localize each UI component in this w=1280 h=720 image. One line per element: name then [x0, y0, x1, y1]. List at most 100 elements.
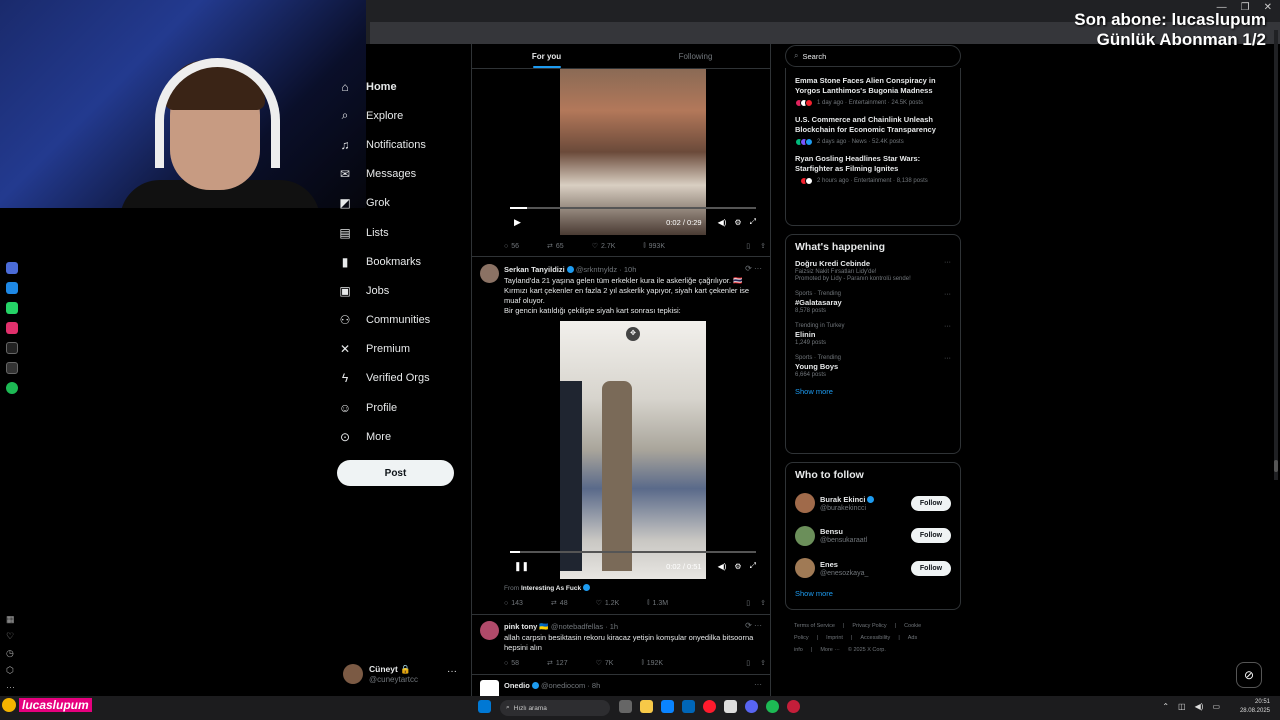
- views-button[interactable]: ⫾ 1.3M: [647, 599, 668, 607]
- views-button[interactable]: ⫾ 192K: [641, 659, 663, 667]
- video-player[interactable]: ▶ 0:02 / 0:29 ◀) ⚙ ⤢: [504, 69, 762, 235]
- avatar[interactable]: [795, 558, 815, 579]
- more-icon[interactable]: ···: [6, 682, 15, 692]
- spotify-icon[interactable]: [6, 382, 18, 394]
- bookmark-icon[interactable]: ▯: [746, 242, 750, 250]
- trend-item[interactable]: Sports · Trending #Galatasaray 8,578 posts…: [795, 291, 951, 314]
- history-icon[interactable]: ◷: [6, 648, 15, 659]
- volume-icon[interactable]: ◀): [718, 218, 727, 227]
- sidebar-item-messages[interactable]: ✉ Messages: [338, 160, 468, 189]
- share-icon[interactable]: ⇪: [760, 242, 766, 250]
- suggested-user-name[interactable]: Enes: [820, 560, 868, 569]
- chevron-up-icon[interactable]: ⌃: [1162, 702, 1169, 711]
- sidebar-item-bookmarks[interactable]: ▮ Bookmarks: [338, 247, 468, 276]
- views-button[interactable]: ⫾ 993K: [643, 242, 665, 250]
- avatar[interactable]: [480, 680, 499, 696]
- tab-following[interactable]: Following: [621, 44, 770, 68]
- sidebar-item-premium[interactable]: ✕ Premium: [338, 335, 468, 364]
- play-icon[interactable]: ▶: [514, 217, 521, 228]
- sidebar-item-jobs[interactable]: ▣ Jobs: [338, 276, 468, 305]
- footer-link[interactable]: More ···: [820, 647, 840, 653]
- more-icon[interactable]: ···: [447, 666, 457, 677]
- settings-icon[interactable]: ⚙: [734, 218, 741, 227]
- scrollbar-thumb[interactable]: [1274, 460, 1278, 472]
- instagram-icon[interactable]: [6, 322, 18, 334]
- tab-for-you[interactable]: For you: [472, 44, 621, 68]
- footer-link[interactable]: Terms of Service: [794, 623, 835, 629]
- x-icon[interactable]: [6, 362, 18, 374]
- suggested-user-name[interactable]: Burak Ekinci: [820, 495, 875, 504]
- author-handle[interactable]: @onediocom · 8h: [541, 681, 600, 690]
- news-item[interactable]: Ryan Gosling Headlines Star Wars: Starfi…: [795, 154, 951, 185]
- more-icon[interactable]: ···: [754, 680, 762, 689]
- spotify-icon[interactable]: [766, 700, 779, 713]
- sidebar-item-profile[interactable]: ☺ Profile: [338, 393, 468, 422]
- sidebar-item-grok[interactable]: ◩ Grok: [338, 189, 468, 218]
- news-item[interactable]: Emma Stone Faces Alien Conspiracy in Yor…: [795, 76, 951, 107]
- more-icon[interactable]: ···: [944, 291, 951, 298]
- avatar[interactable]: [795, 493, 815, 514]
- messenger-icon[interactable]: [6, 282, 18, 294]
- follow-button[interactable]: Follow: [911, 495, 951, 511]
- search-input[interactable]: ⌕ Search: [785, 45, 961, 67]
- speaker-icon[interactable]: ◀): [1195, 702, 1204, 711]
- pause-icon[interactable]: ❚❚: [514, 561, 529, 572]
- follow-suggestion[interactable]: Bensu @bensukaraatl Follow: [795, 520, 951, 553]
- reply-button[interactable]: ○ 143: [504, 599, 523, 607]
- file-explorer-icon[interactable]: [640, 700, 653, 713]
- sidebar-item-lists[interactable]: ▤ Lists: [338, 218, 468, 247]
- repost-button[interactable]: ⇄ 127: [547, 659, 568, 668]
- heart-icon[interactable]: ♡: [6, 631, 15, 642]
- more-icon[interactable]: ···: [944, 355, 951, 362]
- notepad-icon[interactable]: [724, 700, 737, 713]
- more-icon[interactable]: ···: [944, 323, 951, 330]
- fullscreen-icon[interactable]: ⤢: [750, 561, 756, 571]
- source-account[interactable]: Interesting As Fuck: [521, 585, 581, 592]
- follow-suggestion[interactable]: Burak Ekinci @burakekincci Follow: [795, 487, 951, 520]
- sidebar-item-verified-orgs[interactable]: ϟ Verified Orgs: [338, 364, 468, 393]
- reply-button[interactable]: ○ 58: [504, 659, 519, 667]
- volume-icon[interactable]: ◀): [718, 562, 727, 571]
- tiktok-icon[interactable]: [6, 342, 18, 354]
- author-name[interactable]: Onedio: [504, 681, 530, 690]
- network-icon[interactable]: ◫: [1178, 702, 1186, 711]
- reply-button[interactable]: ○ 56: [504, 242, 519, 250]
- follow-button[interactable]: Follow: [911, 528, 951, 544]
- cube-icon[interactable]: ⬡: [6, 665, 15, 676]
- battery-icon[interactable]: ▭: [1212, 702, 1220, 711]
- like-button[interactable]: ♡ 2.7K: [592, 242, 616, 251]
- sidebar-item-communities[interactable]: ⚇ Communities: [338, 306, 468, 335]
- author-name[interactable]: pink tony 🇺🇦: [504, 622, 549, 631]
- sidebar-item-home[interactable]: ⌂ Home: [338, 72, 468, 101]
- bookmark-icon[interactable]: ▯: [746, 599, 750, 607]
- footer-link[interactable]: Privacy Policy: [852, 623, 886, 629]
- footer-link[interactable]: Accessibility: [860, 635, 890, 641]
- grok-icon[interactable]: ⊘: [1236, 662, 1262, 688]
- footer-link[interactable]: Imprint: [826, 635, 843, 641]
- trend-item[interactable]: Doğru Kredi Cebinde Faizsiz Nakit Fırsatl…: [795, 259, 951, 282]
- fullscreen-icon[interactable]: ⤢: [750, 217, 756, 227]
- footer-link[interactable]: © 2025 X Corp.: [848, 647, 886, 653]
- windows-start-icon[interactable]: [478, 700, 491, 713]
- more-icon[interactable]: ⟳ ···: [745, 621, 762, 630]
- news-item[interactable]: U.S. Commerce and Chainlink Unleash Bloc…: [795, 115, 951, 146]
- taskbar-search-input[interactable]: ⌕ Hızlı arama: [500, 700, 610, 716]
- sidebar-item-explore[interactable]: ⌕ Explore: [338, 101, 468, 130]
- show-more-link[interactable]: Show more: [795, 589, 951, 598]
- whatsapp-icon[interactable]: [6, 302, 18, 314]
- edge-icon[interactable]: [661, 700, 674, 713]
- store-icon[interactable]: [682, 700, 695, 713]
- bookmark-icon[interactable]: ▯: [746, 659, 750, 667]
- scrollbar[interactable]: [1274, 30, 1278, 480]
- account-switcher[interactable]: Cüneyt 🔒 @cuneytartcc ···: [343, 660, 463, 688]
- avatar[interactable]: [480, 621, 499, 640]
- post-button[interactable]: Post: [337, 460, 454, 486]
- app-icon[interactable]: [787, 700, 800, 713]
- avatar[interactable]: [795, 525, 815, 546]
- clock[interactable]: 20:51 28.08.2025: [1240, 698, 1270, 716]
- expand-icon[interactable]: ✥: [626, 327, 640, 341]
- video-player[interactable]: ✥ ❚❚ 0:02 / 0:51 ◀) ⚙ ⤢: [504, 321, 762, 579]
- sidebar-item-more[interactable]: ⊙ More: [338, 422, 468, 451]
- like-button[interactable]: ♡ 7K: [596, 659, 614, 668]
- sidebar-item-notifications[interactable]: ♫ Notifications: [338, 130, 468, 159]
